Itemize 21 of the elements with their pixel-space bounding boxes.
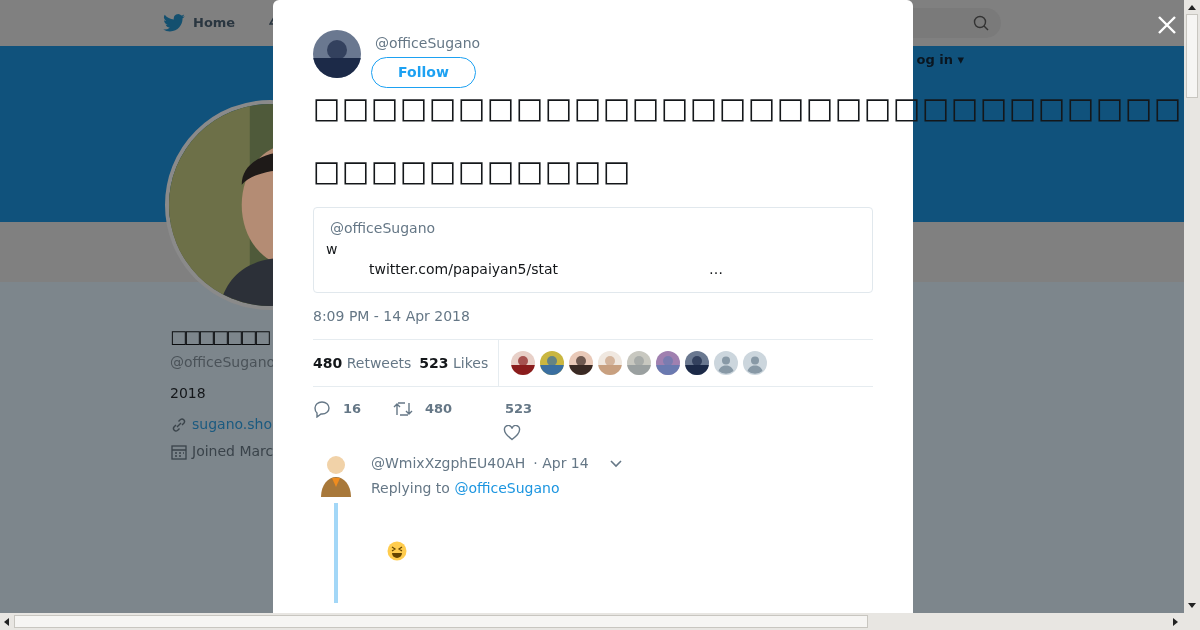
quoted-link[interactable]: twitter.com/papaiyan5/stat <box>369 260 709 278</box>
like-count: 523 <box>505 400 533 418</box>
replying-to-text: Replying to @officeSugano <box>371 479 560 498</box>
likes-stat[interactable]: 523 Likes <box>419 352 489 374</box>
replying-to-link[interactable]: @officeSugano <box>454 480 560 496</box>
quoted-text: w <box>326 240 338 258</box>
quoted-handle: @officeSugano <box>330 220 436 236</box>
profile-name: □□□□□□□ <box>170 328 269 346</box>
reply-author-handle[interactable]: @WmixXzgphEU40AH <box>371 453 526 474</box>
reply-count: 16 <box>343 400 362 418</box>
tweet-text-line: □□□□□□□□□□□ <box>313 155 633 187</box>
profile-bio: 2018 <box>170 384 206 403</box>
author-handle[interactable]: @officeSugano <box>375 33 481 54</box>
retweet-count: 480 <box>425 400 453 418</box>
retweets-stat[interactable]: 480 Retweets <box>313 352 412 374</box>
tweet-timestamp: 8:09 PM - 14 Apr 2018 <box>313 307 471 326</box>
quoted-tweet-card[interactable]: @officeSugano w twitter.com/papaiyan5/stat … <box>313 207 873 293</box>
profile-joined: Joined Marc <box>192 442 274 461</box>
nav-home-link[interactable]: Home <box>193 13 236 33</box>
quoted-ellipsis: … <box>709 260 723 278</box>
reply-date[interactable]: · Apr 14 <box>533 453 589 474</box>
